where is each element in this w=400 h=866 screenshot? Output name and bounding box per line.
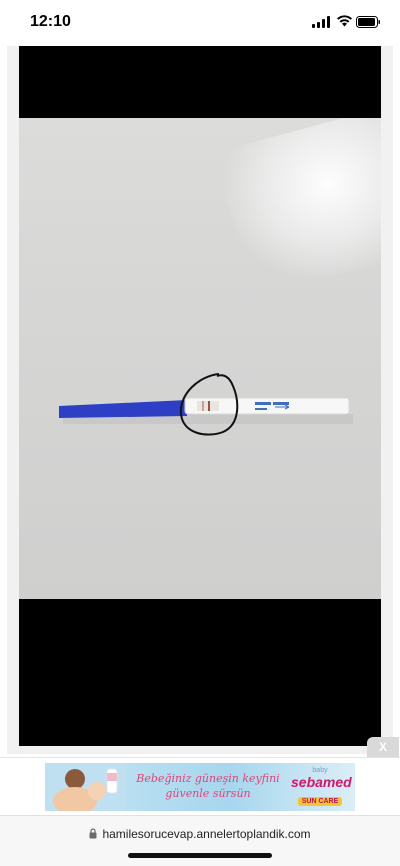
lock-icon bbox=[89, 828, 97, 842]
result-window bbox=[197, 401, 219, 411]
home-indicator[interactable] bbox=[128, 853, 272, 858]
ad-close-button[interactable]: X bbox=[367, 737, 399, 757]
test-strip-drawing bbox=[59, 373, 353, 436]
ad-tagline-line2: güvenle sürsün bbox=[165, 787, 251, 800]
address-field[interactable]: hamilesorucevap.annelertoplandik.com bbox=[0, 827, 400, 842]
battery-icon bbox=[356, 15, 380, 33]
status-bar: 12:10 bbox=[0, 0, 400, 46]
url-text: hamilesorucevap.annelertoplandik.com bbox=[102, 827, 311, 841]
status-time: 12:10 bbox=[30, 13, 71, 30]
brand-name: sebamed bbox=[291, 774, 352, 790]
brand-prefix: baby bbox=[312, 767, 328, 774]
image-frame bbox=[19, 46, 381, 746]
sebamed-logo: baby sebamed SUN CARE bbox=[291, 767, 352, 807]
strip-print-2 bbox=[273, 402, 289, 405]
brand-sub: SUN CARE bbox=[297, 797, 343, 806]
strip-print-3 bbox=[255, 408, 267, 410]
image-viewer bbox=[7, 46, 393, 789]
ad-banner[interactable]: Bebeğiniz güneşin keyfini güvenle sürsün… bbox=[45, 763, 355, 811]
mother-baby-image bbox=[45, 763, 125, 811]
wifi-icon bbox=[336, 14, 353, 32]
ad-tagline: Bebeğiniz güneşin keyfini güvenle sürsün bbox=[133, 771, 283, 801]
strip-handle bbox=[59, 400, 187, 418]
browser-url-bar[interactable]: hamilesorucevap.annelertoplandik.com bbox=[0, 815, 400, 866]
pregnancy-test-photo[interactable] bbox=[19, 118, 381, 599]
strip-print-1 bbox=[255, 402, 271, 405]
ad-tagline-line1: Bebeğiniz güneşin keyfini bbox=[136, 772, 280, 785]
ad-bar: Bebeğiniz güneşin keyfini güvenle sürsün… bbox=[0, 757, 400, 815]
cellular-signal-icon bbox=[312, 15, 330, 33]
